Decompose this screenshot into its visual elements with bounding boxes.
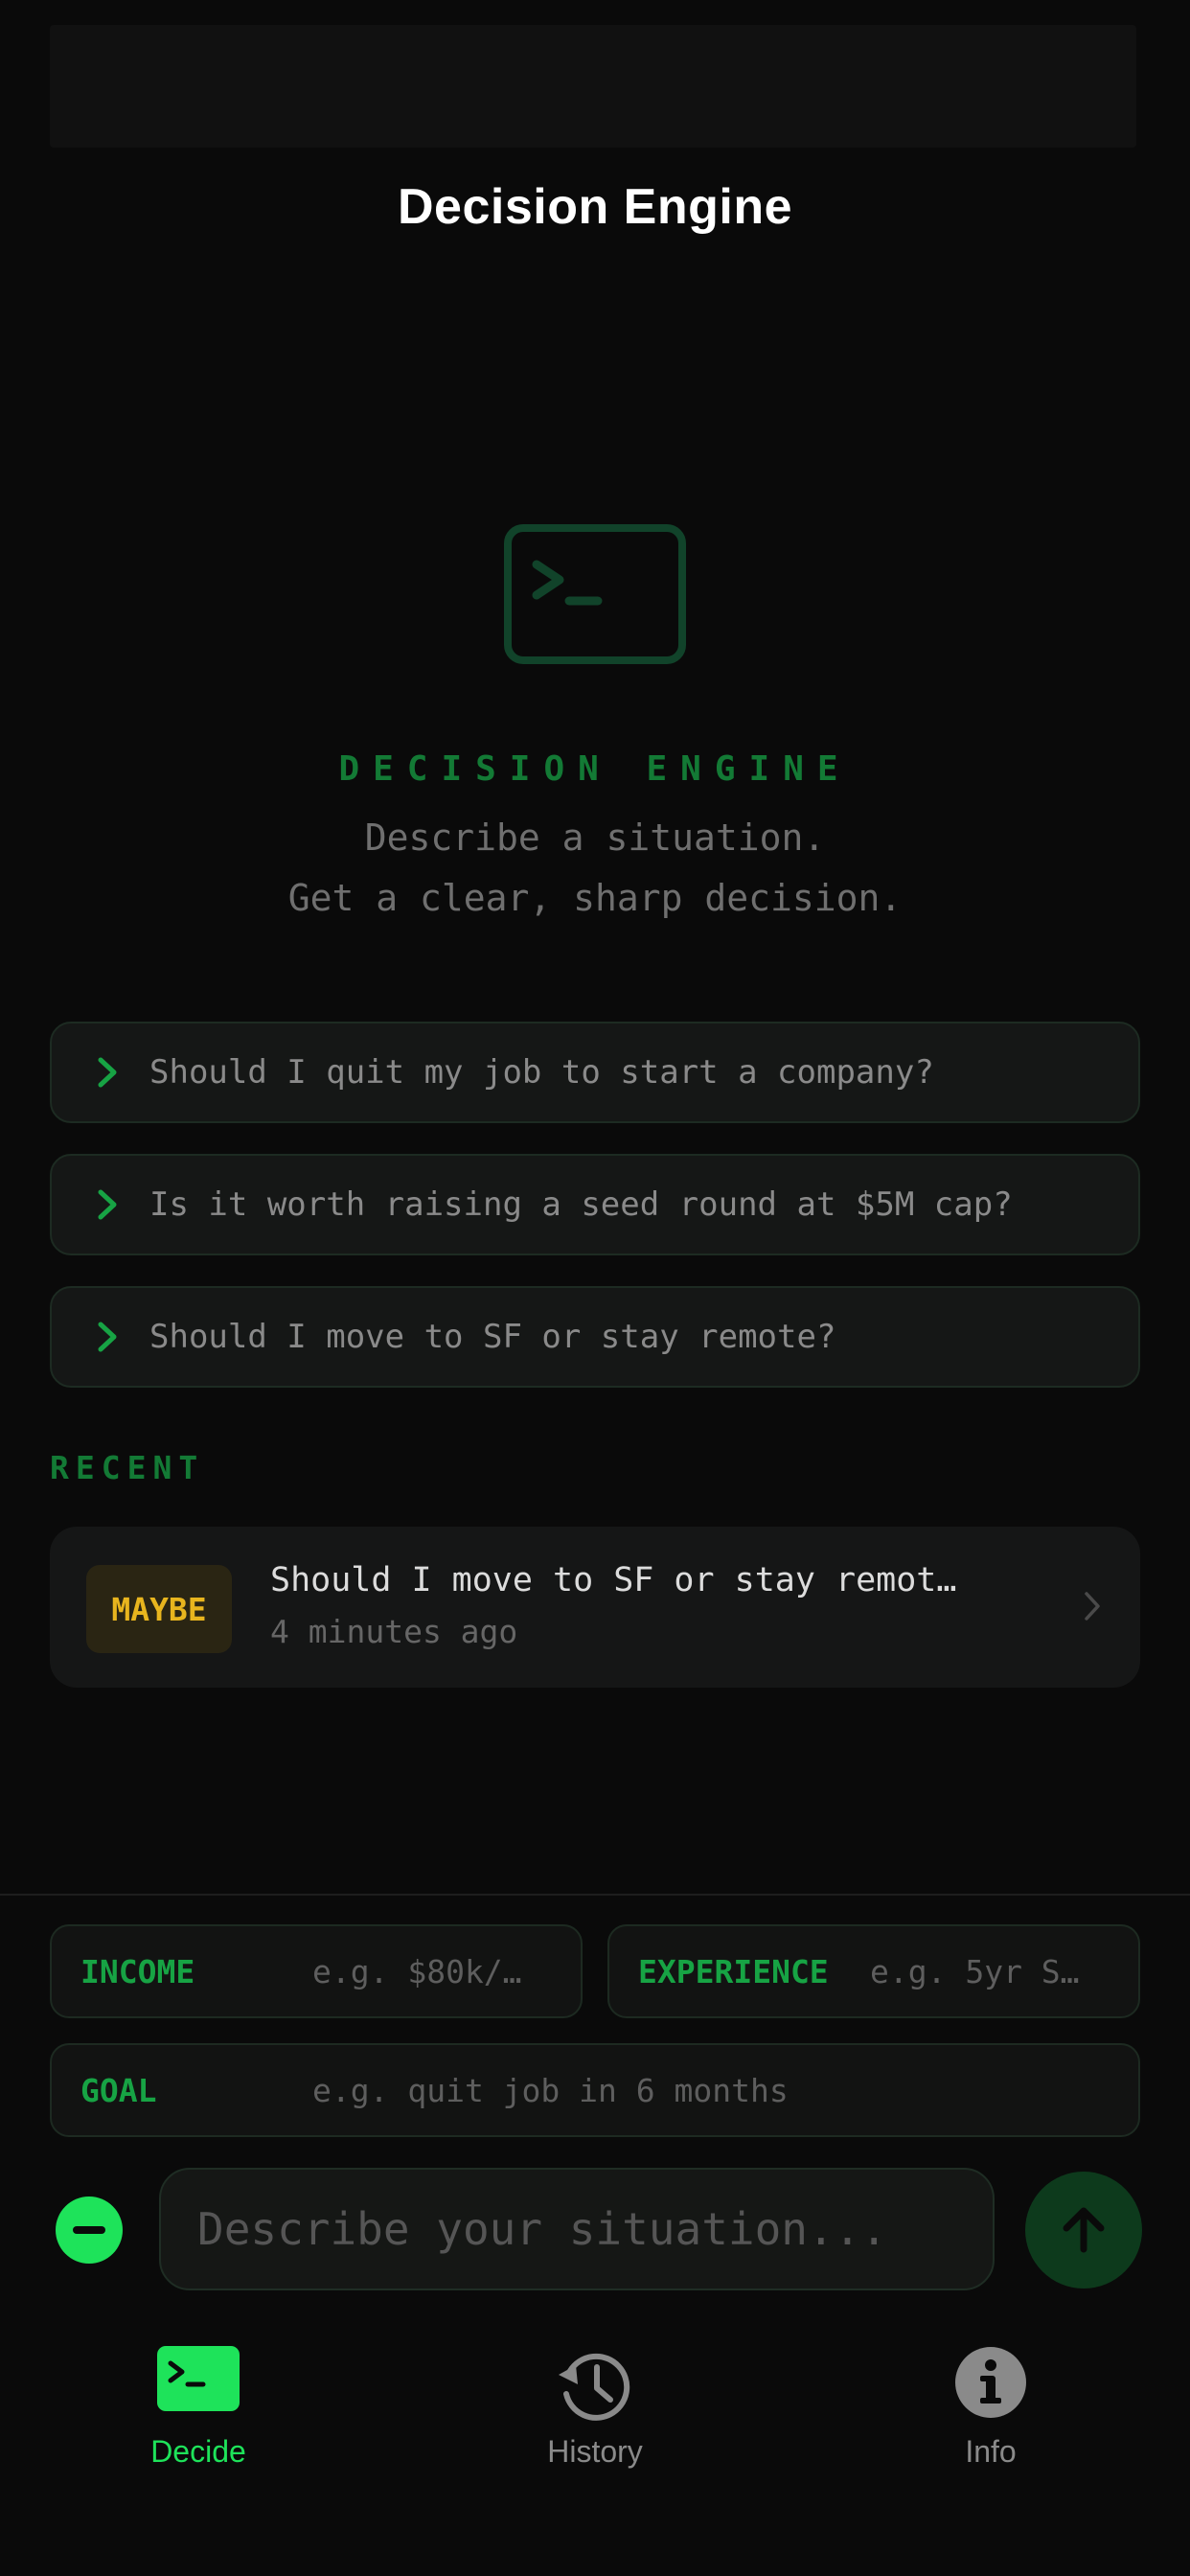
goal-field[interactable]: GOAL — [50, 2043, 1140, 2137]
terminal-icon — [157, 2346, 240, 2411]
chevron-right-icon — [98, 1189, 117, 1220]
income-input[interactable] — [312, 1952, 567, 1990]
page-title: Decision Engine — [397, 179, 793, 235]
suggestion-quit-job[interactable]: Should I quit my job to start a company? — [50, 1022, 1140, 1123]
experience-label: EXPERIENCE — [638, 1952, 829, 1990]
chevron-right-icon — [98, 1057, 117, 1088]
income-field[interactable]: INCOME — [50, 1924, 583, 2018]
experience-field[interactable]: EXPERIENCE — [607, 1924, 1140, 2018]
tab-label: Info — [965, 2434, 1017, 2469]
suggestion-seed-round[interactable]: Is it worth raising a seed round at $5M … — [50, 1154, 1140, 1255]
recent-item-title: Should I move to SF or stay remot… — [270, 1561, 957, 1599]
income-label: INCOME — [80, 1952, 195, 1990]
chevron-right-icon — [98, 1322, 117, 1352]
send-button[interactable] — [1025, 2172, 1142, 2288]
status-bar-placeholder — [50, 25, 1136, 148]
history-clock-icon — [559, 2353, 630, 2421]
tab-label: Decide — [150, 2434, 246, 2469]
hero-heading: DECISION ENGINE — [338, 749, 852, 789]
hero-subtitle-line-2: Get a clear, sharp decision. — [287, 877, 903, 919]
composer-divider — [0, 1894, 1190, 1896]
arrow-up-icon — [1063, 2207, 1105, 2253]
suggestion-text: Is it worth raising a seed round at $5M … — [149, 1185, 1013, 1224]
terminal-icon — [504, 524, 686, 664]
hero-subtitle-line-1: Describe a situation. — [364, 816, 826, 859]
tab-info[interactable]: Info — [847, 2338, 1134, 2492]
experience-input[interactable] — [870, 1952, 1125, 1990]
tab-history[interactable]: History — [451, 2338, 739, 2492]
tab-label: History — [547, 2434, 643, 2469]
minus-circle-icon[interactable] — [56, 2196, 123, 2264]
info-icon — [955, 2347, 1026, 2418]
situation-input[interactable] — [159, 2168, 995, 2290]
verdict-badge: MAYBE — [86, 1565, 232, 1653]
goal-label: GOAL — [80, 2071, 157, 2109]
chevron-right-icon — [1085, 1592, 1100, 1621]
goal-input[interactable] — [312, 2071, 1098, 2109]
recent-decision-item[interactable]: MAYBE Should I move to SF or stay remot…… — [50, 1527, 1140, 1688]
recent-item-time: 4 minutes ago — [270, 1613, 518, 1650]
suggestion-move-sf[interactable]: Should I move to SF or stay remote? — [50, 1286, 1140, 1388]
suggestion-text: Should I quit my job to start a company? — [149, 1053, 934, 1092]
suggestion-text: Should I move to SF or stay remote? — [149, 1318, 836, 1356]
recent-section-label: RECENT — [50, 1449, 205, 1486]
tab-decide[interactable]: Decide — [55, 2338, 342, 2492]
